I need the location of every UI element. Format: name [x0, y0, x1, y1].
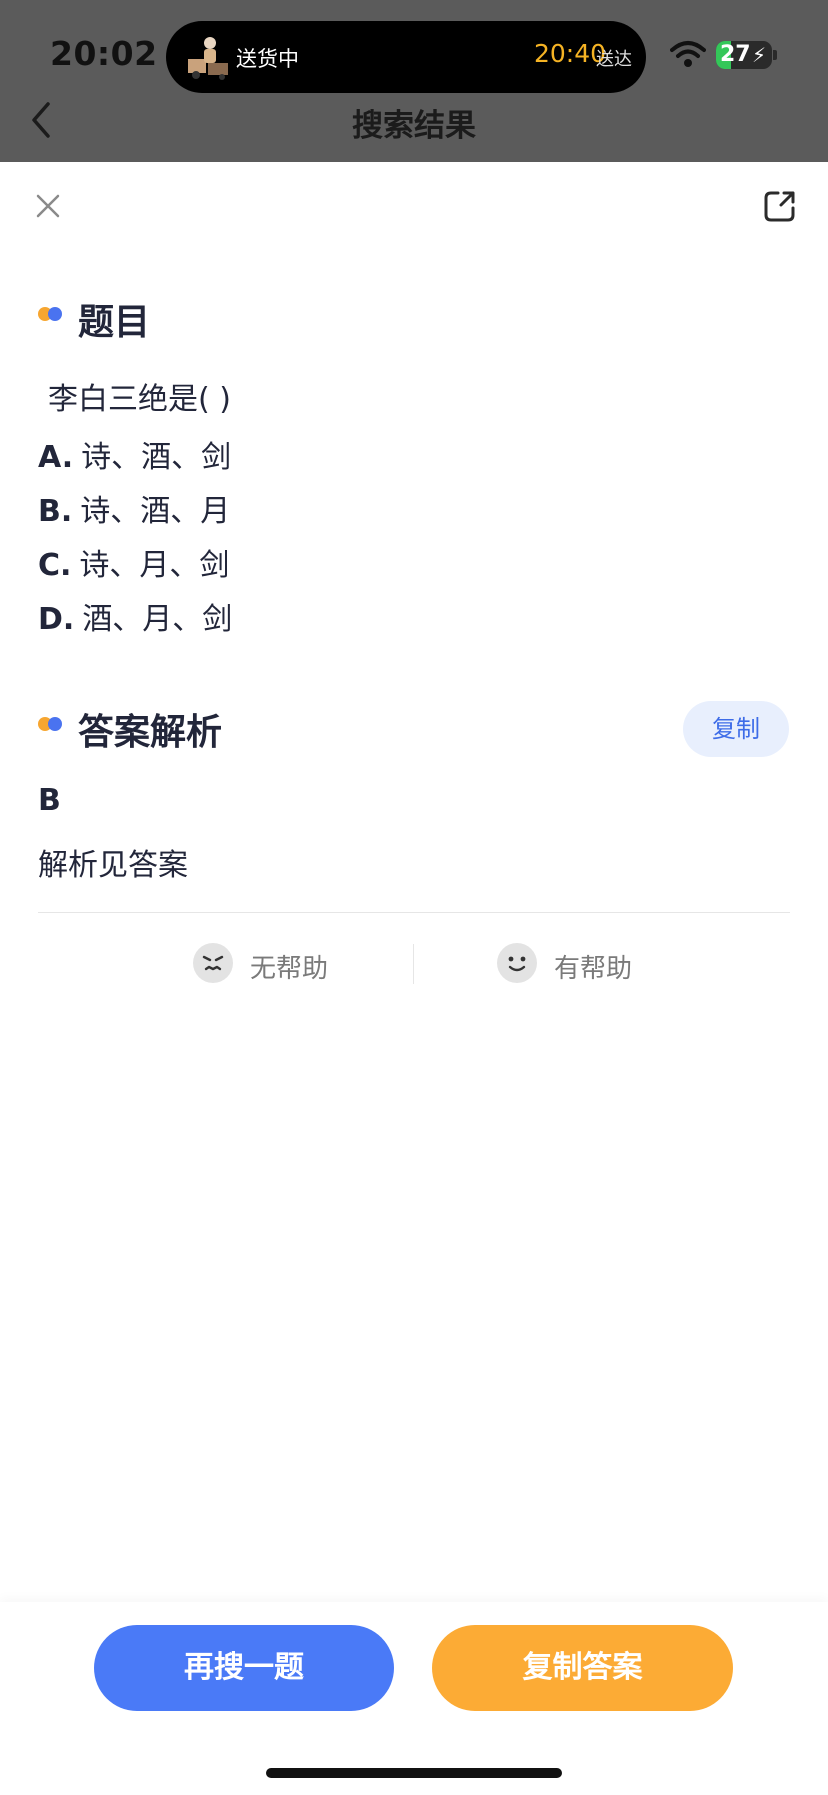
feedback-divider [413, 944, 414, 984]
delivery-status: 送货中 [236, 47, 299, 71]
close-icon[interactable] [34, 192, 62, 220]
dynamic-island-live-activity[interactable]: 送货中 20:40 送达 [166, 21, 646, 93]
share-icon[interactable] [762, 188, 798, 224]
marker-dot-blue [48, 307, 62, 321]
option-text: 诗、酒、剑 [81, 440, 232, 475]
option-a: A. 诗、酒、剑 [38, 432, 231, 476]
status-time: 20:02 [50, 34, 158, 73]
analysis-text: 解析见答案 [38, 848, 188, 883]
charging-bolt-icon: ⚡ [752, 43, 767, 67]
section-marker-dots [38, 307, 64, 321]
helpful-label: 有帮助 [554, 954, 633, 984]
battery-cap [773, 50, 777, 60]
option-b: B. 诗、酒、月 [38, 486, 230, 530]
option-letter: A. [38, 440, 74, 475]
battery-percent: 27 [720, 42, 751, 67]
frown-face-icon [193, 943, 233, 983]
option-text: 诗、酒、月 [80, 494, 231, 529]
not-helpful-label: 无帮助 [250, 954, 329, 984]
courier-icon [188, 37, 228, 80]
battery-icon: 27 ⚡ [716, 41, 772, 69]
dimmed-header: 20:02 送货中 20:40 送达 27 ⚡ 搜索结果 [0, 0, 828, 162]
option-letter: B. [38, 494, 73, 529]
search-again-button[interactable]: 再搜一题 [94, 1625, 394, 1711]
delivery-eta-suffix: 送达 [596, 49, 632, 70]
option-letter: D. [38, 602, 75, 637]
screen: 20:02 送货中 20:40 送达 27 ⚡ 搜索结果 题目 李白三绝是()… [0, 0, 828, 1795]
copy-analysis-button[interactable]: 复制 [683, 701, 789, 757]
wifi-icon [670, 41, 706, 67]
copy-answer-button[interactable]: 复制答案 [432, 1625, 733, 1711]
option-d: D. 酒、月、剑 [38, 594, 232, 638]
option-text: 诗、月、剑 [79, 548, 230, 583]
option-text: 酒、月、剑 [82, 602, 233, 637]
divider [38, 912, 790, 913]
section-marker-dots [38, 717, 64, 731]
smile-face-icon [497, 943, 537, 983]
question-text: 李白三绝是( ) [48, 382, 231, 417]
page-title: 搜索结果 [352, 108, 476, 144]
not-helpful-button[interactable]: 无帮助 [192, 940, 352, 986]
answer-value: B [38, 783, 61, 818]
option-letter: C. [38, 548, 72, 583]
answer-section-title: 答案解析 [78, 712, 223, 753]
home-indicator[interactable] [266, 1768, 562, 1778]
question-section-title: 题目 [78, 302, 151, 343]
option-c: C. 诗、月、剑 [38, 540, 229, 584]
helpful-button[interactable]: 有帮助 [496, 940, 656, 986]
marker-dot-blue [48, 717, 62, 731]
